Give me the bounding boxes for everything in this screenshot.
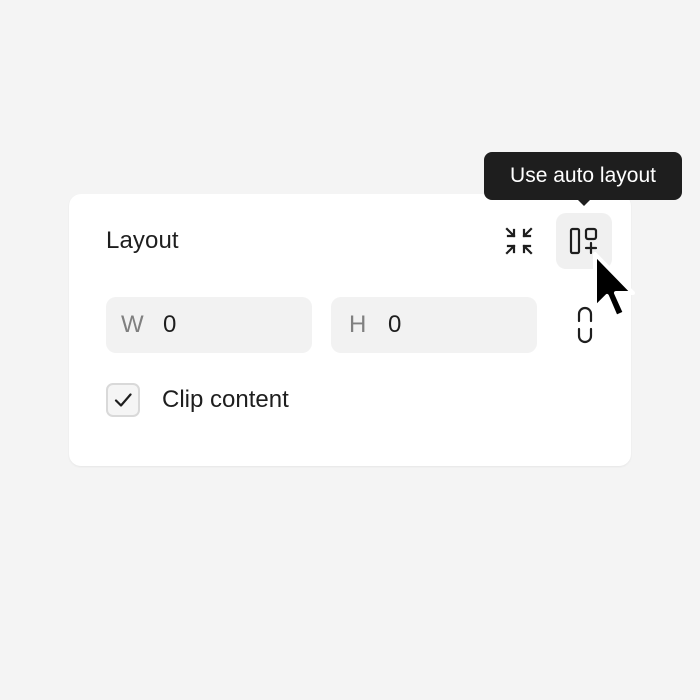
tooltip-arrow	[577, 199, 591, 206]
width-field[interactable]: W 0	[106, 297, 312, 353]
resize-to-fit-button[interactable]	[491, 213, 547, 269]
checkmark-icon	[114, 393, 132, 407]
mouse-pointer-icon	[593, 252, 635, 319]
collapse-arrows-icon	[505, 227, 533, 255]
height-field[interactable]: H 0	[331, 297, 537, 353]
height-label: H	[349, 311, 367, 338]
clip-content-label: Clip content	[162, 386, 289, 413]
height-value[interactable]: 0	[388, 310, 401, 340]
layout-panel: Layout W 0 H 0 Clip content	[69, 194, 631, 466]
width-label: W	[121, 311, 144, 338]
auto-layout-tooltip: Use auto layout	[484, 152, 682, 200]
panel-title: Layout	[106, 227, 179, 254]
clip-content-checkbox[interactable]	[106, 383, 140, 417]
width-value[interactable]: 0	[163, 310, 176, 340]
